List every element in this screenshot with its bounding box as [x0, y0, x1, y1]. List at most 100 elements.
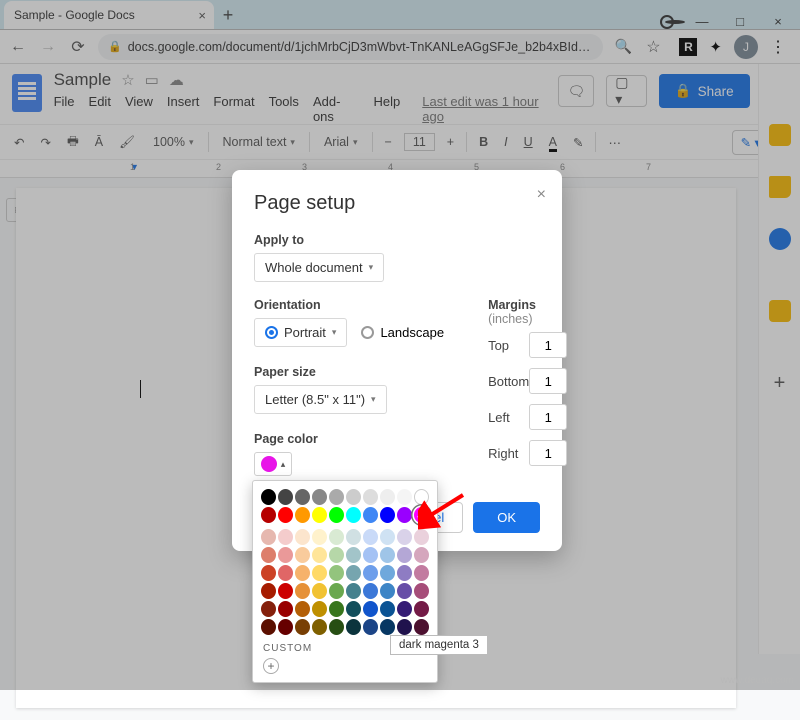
color-swatch[interactable]: [397, 547, 412, 563]
color-swatch[interactable]: [397, 619, 412, 635]
color-swatch[interactable]: [278, 583, 293, 599]
color-swatch[interactable]: [261, 619, 276, 635]
color-swatch[interactable]: [329, 529, 344, 545]
landscape-radio[interactable]: Landscape: [361, 318, 444, 347]
watermark: www.deuaq.com: [721, 675, 794, 686]
color-swatch[interactable]: [312, 619, 327, 635]
page-color-label: Page color: [254, 432, 458, 446]
color-swatch[interactable]: [329, 601, 344, 617]
paper-size-dropdown[interactable]: Letter (8.5" x 11"): [254, 385, 387, 414]
color-swatch[interactable]: [397, 601, 412, 617]
color-swatch[interactable]: [261, 489, 276, 505]
close-dialog-icon[interactable]: ×: [537, 186, 546, 204]
color-swatch[interactable]: [278, 529, 293, 545]
color-swatch[interactable]: [329, 507, 344, 523]
color-swatch[interactable]: ✓: [414, 507, 429, 523]
color-swatch[interactable]: [295, 565, 310, 581]
color-swatch[interactable]: [261, 529, 276, 545]
margin-top-input[interactable]: [529, 332, 567, 358]
color-swatch[interactable]: [414, 547, 429, 563]
color-swatch[interactable]: [312, 547, 327, 563]
color-swatch[interactable]: [397, 583, 412, 599]
color-swatch[interactable]: [397, 529, 412, 545]
margin-top-label: Top: [488, 338, 509, 353]
color-swatch[interactable]: [380, 489, 395, 505]
color-swatch[interactable]: [414, 619, 429, 635]
color-swatch[interactable]: [363, 529, 378, 545]
color-swatch[interactable]: [397, 565, 412, 581]
color-swatch[interactable]: [329, 583, 344, 599]
color-swatch[interactable]: [414, 601, 429, 617]
color-swatch[interactable]: [363, 507, 378, 523]
color-swatch[interactable]: [346, 565, 361, 581]
color-swatch[interactable]: [380, 619, 395, 635]
color-swatch[interactable]: [312, 583, 327, 599]
color-swatch[interactable]: [363, 565, 378, 581]
color-swatch[interactable]: [295, 547, 310, 563]
color-swatch[interactable]: [380, 547, 395, 563]
color-swatch[interactable]: [261, 547, 276, 563]
color-swatch[interactable]: [261, 565, 276, 581]
color-swatch[interactable]: [380, 507, 395, 523]
color-swatch[interactable]: [278, 565, 293, 581]
color-swatch[interactable]: [295, 601, 310, 617]
color-swatch[interactable]: [363, 489, 378, 505]
color-swatch[interactable]: [295, 583, 310, 599]
color-swatch[interactable]: [363, 547, 378, 563]
color-swatch[interactable]: [363, 583, 378, 599]
color-swatch[interactable]: [329, 489, 344, 505]
color-swatch[interactable]: [380, 583, 395, 599]
color-swatch[interactable]: [380, 529, 395, 545]
color-swatch[interactable]: [346, 547, 361, 563]
color-swatch[interactable]: [261, 583, 276, 599]
page-color-dropdown[interactable]: [254, 452, 292, 476]
margin-bottom-label: Bottom: [488, 374, 529, 389]
color-swatch[interactable]: [414, 489, 429, 505]
color-swatch[interactable]: [329, 565, 344, 581]
color-swatch[interactable]: [346, 529, 361, 545]
color-swatch[interactable]: [329, 619, 344, 635]
color-swatch[interactable]: [261, 601, 276, 617]
color-swatch[interactable]: [380, 565, 395, 581]
ok-button[interactable]: OK: [473, 502, 540, 533]
color-swatch[interactable]: [278, 547, 293, 563]
color-swatch[interactable]: [363, 619, 378, 635]
color-swatch[interactable]: [363, 601, 378, 617]
margin-bottom-input[interactable]: [529, 368, 567, 394]
color-swatch[interactable]: [414, 565, 429, 581]
color-swatch[interactable]: [397, 507, 412, 523]
color-swatch[interactable]: [278, 489, 293, 505]
add-custom-color-icon[interactable]: +: [263, 658, 279, 674]
color-swatch[interactable]: [346, 619, 361, 635]
color-swatch[interactable]: [346, 489, 361, 505]
color-swatch[interactable]: [295, 507, 310, 523]
color-swatch[interactable]: [312, 489, 327, 505]
color-swatch[interactable]: [380, 601, 395, 617]
margin-right-input[interactable]: [529, 440, 567, 466]
color-swatch[interactable]: [414, 529, 429, 545]
color-swatch[interactable]: [278, 601, 293, 617]
color-swatch[interactable]: [312, 601, 327, 617]
color-swatch[interactable]: [346, 583, 361, 599]
color-swatch[interactable]: [397, 489, 412, 505]
margins-label: Margins (inches): [488, 298, 567, 326]
dialog-title: Page setup: [254, 192, 540, 215]
color-swatch[interactable]: [278, 619, 293, 635]
margin-left-input[interactable]: [529, 404, 567, 430]
color-swatch[interactable]: [261, 507, 276, 523]
color-swatch[interactable]: [329, 547, 344, 563]
color-swatch[interactable]: [346, 507, 361, 523]
apply-to-dropdown[interactable]: Whole document: [254, 253, 384, 282]
color-swatch[interactable]: [312, 507, 327, 523]
color-swatch[interactable]: [295, 489, 310, 505]
color-swatch[interactable]: [346, 601, 361, 617]
color-swatch[interactable]: [414, 583, 429, 599]
color-swatch[interactable]: [278, 507, 293, 523]
orientation-label: Orientation: [254, 298, 458, 312]
margin-right-label: Right: [488, 446, 518, 461]
color-swatch[interactable]: [295, 619, 310, 635]
color-swatch[interactable]: [312, 529, 327, 545]
color-swatch[interactable]: [295, 529, 310, 545]
color-swatch[interactable]: [312, 565, 327, 581]
portrait-radio[interactable]: Portrait: [254, 318, 347, 347]
